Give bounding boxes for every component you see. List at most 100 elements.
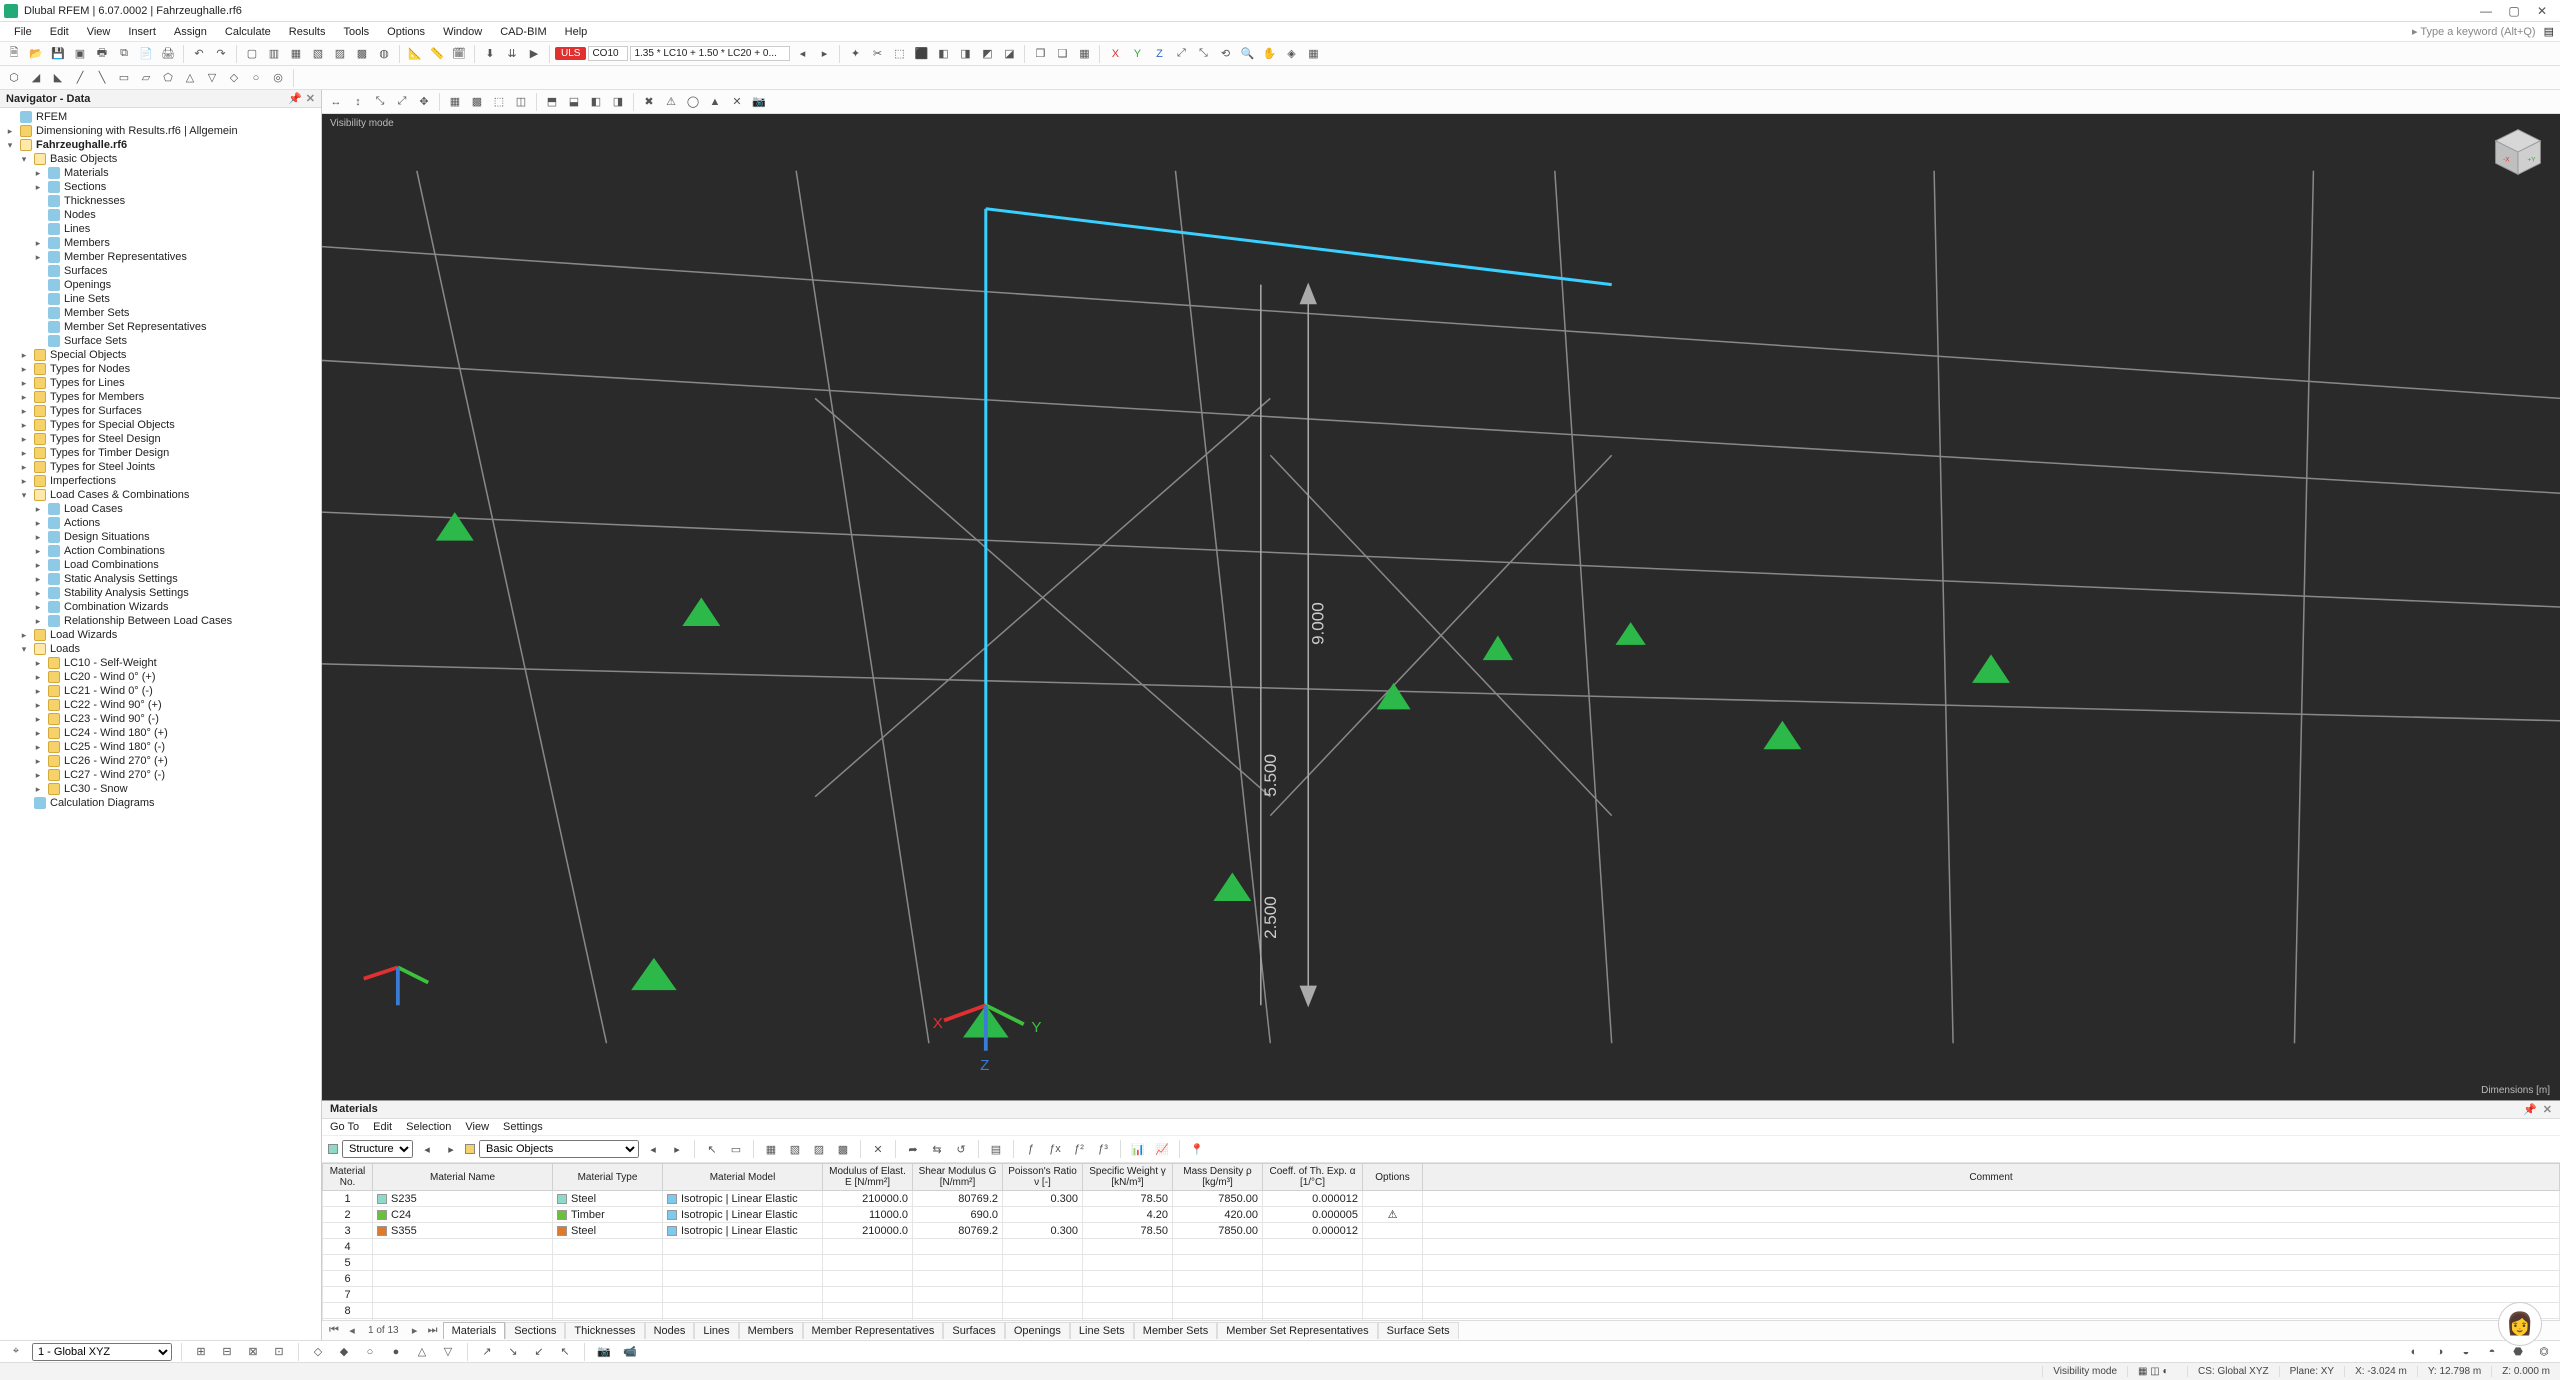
iso-icon[interactable]: ◈ [1281,44,1301,64]
tab-openings[interactable]: Openings [1005,1322,1070,1339]
tree-twist-icon[interactable]: ▸ [32,182,44,193]
ruler-icon[interactable]: 📏 [427,44,447,64]
view2-icon[interactable]: ▥ [264,44,284,64]
tree-node[interactable]: ▸Special Objects [0,348,321,362]
mat-menu-selection[interactable]: Selection [406,1121,451,1133]
vp-t9-icon[interactable]: ◫ [511,92,531,112]
tree-twist-icon[interactable]: ▾ [18,154,30,165]
tree-twist-icon[interactable]: ▸ [18,630,30,641]
mat-tb-p2-icon[interactable]: ◂ [643,1139,663,1159]
tree-node[interactable]: ▸Load Combinations [0,558,321,572]
mat-tb-prev-icon[interactable]: ◂ [417,1139,437,1159]
mat-tb-a-icon[interactable]: ▦ [761,1139,781,1159]
tree-twist-icon[interactable]: ▸ [18,420,30,431]
tree-twist-icon[interactable]: ▸ [32,560,44,571]
t2-icon[interactable]: ⬛ [911,44,931,64]
snap12-icon[interactable]: ↘ [503,1342,523,1362]
tab-members[interactable]: Members [739,1322,803,1339]
axis-z-icon[interactable]: Z [1149,44,1169,64]
mat-basicobj-select[interactable]: Basic Objects [479,1140,639,1158]
col-rho[interactable]: Mass Density ρ [kg/m³] [1173,1164,1263,1191]
tree-node[interactable]: ▾Fahrzeughalle.rf6 [0,138,321,152]
vp-t14-icon[interactable]: ✖ [639,92,659,112]
tree-twist-icon[interactable]: ▸ [18,462,30,473]
tree-twist-icon[interactable]: ▾ [18,644,30,655]
mat-structure-select[interactable]: Structure [342,1140,413,1158]
menu-insert[interactable]: Insert [120,24,164,40]
menu-results[interactable]: Results [281,24,334,40]
mat-menu-settings[interactable]: Settings [503,1121,543,1133]
snap2-icon[interactable]: ⊟ [217,1342,237,1362]
vp-t19-icon[interactable]: 📷 [749,92,769,112]
loads-icon[interactable]: ⬇ [480,44,500,64]
tree-node[interactable]: ▸Static Analysis Settings [0,572,321,586]
clip-icon[interactable]: ✂ [867,44,887,64]
minimize-button[interactable]: — [2472,1,2500,21]
vp-t12-icon[interactable]: ◧ [586,92,606,112]
col-model[interactable]: Material Model [663,1164,823,1191]
snap13-icon[interactable]: ↙ [529,1342,549,1362]
tb2-1-icon[interactable]: ⬡ [4,68,24,88]
mat-menu-view[interactable]: View [465,1121,489,1133]
mat-tb-fx3-icon[interactable]: ƒ² [1069,1139,1089,1159]
uls-badge[interactable]: ULS [555,47,586,60]
tab-last-icon[interactable]: ⏭ [425,1324,441,1337]
menu-view[interactable]: View [79,24,119,40]
tree-twist-icon[interactable]: ▸ [18,476,30,487]
quick-search[interactable]: ▸ Type a keyword (Alt+Q) [2406,23,2542,40]
saveall-icon[interactable]: ⧉ [114,44,134,64]
tree-twist-icon[interactable]: ▸ [32,770,44,781]
vp-t8-icon[interactable]: ⬚ [489,92,509,112]
tree-node[interactable]: Thicknesses [0,194,321,208]
snap5-icon[interactable]: ◇ [308,1342,328,1362]
tree-twist-icon[interactable]: ▸ [32,238,44,249]
col-type[interactable]: Material Type [553,1164,663,1191]
tree-twist-icon[interactable]: ▸ [18,392,30,403]
cam-icon[interactable]: 📷 [594,1342,614,1362]
tree-twist-icon[interactable]: ▸ [18,406,30,417]
axis-xz-icon[interactable]: ⤡ [1193,44,1213,64]
col-alpha[interactable]: Coeff. of Th. Exp. α [1/°C] [1263,1164,1363,1191]
tree-node[interactable]: ▸Stability Analysis Settings [0,586,321,600]
cs-select[interactable]: 1 - Global XYZ [32,1343,172,1361]
tree-node[interactable]: ▸LC24 - Wind 180° (+) [0,726,321,740]
view5-icon[interactable]: ▨ [330,44,350,64]
tree-twist-icon[interactable]: ▸ [32,546,44,557]
mat-tb-h-icon[interactable]: ▤ [986,1139,1006,1159]
rot-icon[interactable]: ⟲ [1215,44,1235,64]
mat-tb-g-icon[interactable]: ↺ [951,1139,971,1159]
table-row[interactable]: 4 [323,1239,2560,1255]
mat-tb-sel-icon[interactable]: ▭ [726,1139,746,1159]
measure-icon[interactable]: 📐 [405,44,425,64]
view-cube[interactable]: +Y -X [2490,124,2546,180]
snap7-icon[interactable]: ○ [360,1342,380,1362]
vp-t10-icon[interactable]: ⬒ [542,92,562,112]
tab-line-sets[interactable]: Line Sets [1070,1322,1134,1339]
tree-node[interactable]: ▸LC21 - Wind 0° (-) [0,684,321,698]
tab-thicknesses[interactable]: Thicknesses [565,1322,644,1339]
print-icon[interactable]: 🖶 [92,44,112,64]
tree-twist-icon[interactable]: ▸ [32,742,44,753]
vp-t1-icon[interactable]: ↔ [326,92,346,112]
col-v[interactable]: Poisson's Ratio ν [-] [1003,1164,1083,1191]
close-button[interactable]: ✕ [2528,1,2556,21]
tree-node[interactable]: Line Sets [0,292,321,306]
vp-t7-icon[interactable]: ▩ [467,92,487,112]
mat-menu-goto[interactable]: Go To [330,1121,359,1133]
table-row[interactable]: 7 [323,1287,2560,1303]
tree-node[interactable]: ▸Types for Nodes [0,362,321,376]
load-combo-id[interactable]: CO10 [588,46,628,61]
col-no[interactable]: Material No. [323,1164,373,1191]
menu-cadbim[interactable]: CAD-BIM [492,24,554,40]
menu-help[interactable]: Help [557,24,596,40]
view4-icon[interactable]: ▧ [308,44,328,64]
snap10-icon[interactable]: ▽ [438,1342,458,1362]
tb2-5-icon[interactable]: ╲ [92,68,112,88]
mat-tb-b-icon[interactable]: ▧ [785,1139,805,1159]
tree-node[interactable]: ▸Actions [0,516,321,530]
redo-icon[interactable]: ↷ [211,44,231,64]
menu-window[interactable]: Window [435,24,490,40]
col-g[interactable]: Shear Modulus G [N/mm²] [913,1164,1003,1191]
tb2-7-icon[interactable]: ▱ [136,68,156,88]
tree-node[interactable]: Calculation Diagrams [0,796,321,810]
